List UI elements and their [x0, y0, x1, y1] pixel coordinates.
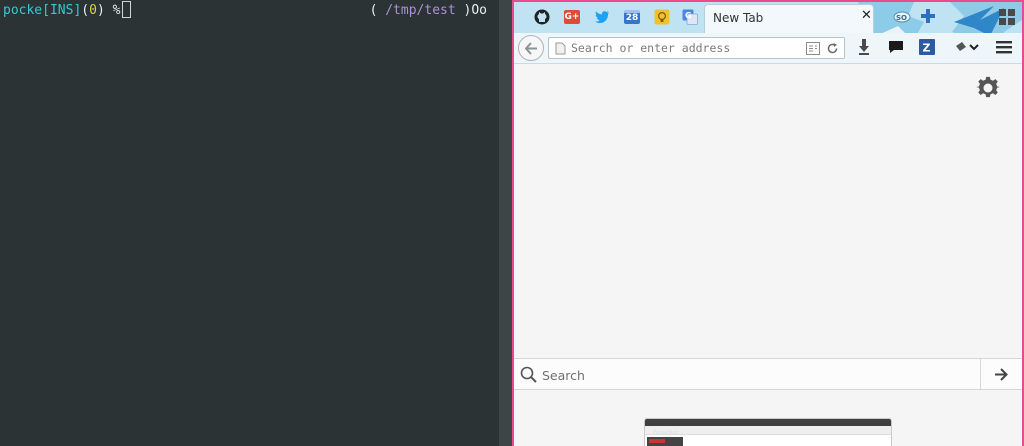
right-prompt-open: (	[369, 3, 386, 18]
prompt-status-open: (	[81, 3, 90, 18]
tab-groups-icon[interactable]	[998, 8, 1016, 26]
page-identity-icon	[555, 42, 566, 55]
pinned-tab-idea[interactable]	[650, 6, 674, 28]
pinned-tab-twitter[interactable]	[590, 6, 614, 28]
idea-bulb-icon	[654, 9, 670, 25]
tab-title: New Tab	[713, 11, 764, 25]
reload-icon[interactable]	[826, 42, 839, 55]
twitter-icon	[595, 11, 609, 24]
terminal-right-prompt: ( /tmp/test )Oo	[370, 1, 487, 21]
thumbnail-title: PockeBlog	[653, 430, 679, 436]
browser-window: G+ 28 G New Tab ✕ SO Search or enter add…	[512, 0, 1024, 446]
search-icon	[520, 366, 537, 383]
newtab-search-bar	[514, 358, 1022, 390]
google-plus-icon: G+	[564, 10, 580, 24]
new-tab-plus-icon[interactable]	[921, 9, 935, 23]
terminal-pane[interactable]: pocke[INS](0) % ( /tmp/test )Oo	[0, 0, 499, 446]
back-arrow-icon	[525, 42, 537, 55]
prompt-status-close: )	[96, 3, 105, 18]
new-tab-page: PockeBlog	[514, 64, 1022, 446]
translate-icon: G	[682, 9, 698, 25]
thumbnail-highlight	[649, 439, 665, 443]
svg-text:SO: SO	[896, 14, 907, 22]
terminal-cursor[interactable]	[122, 1, 132, 18]
prompt-user: pocke	[3, 3, 43, 18]
gear-icon[interactable]	[976, 76, 1000, 100]
reader-view-icon[interactable]	[806, 42, 820, 55]
right-prompt-close: )Oo	[455, 3, 488, 18]
pane-divider[interactable]	[499, 0, 512, 446]
prompt-char: %	[112, 3, 121, 18]
download-icon[interactable]	[858, 39, 870, 55]
zotero-icon[interactable]: Z	[919, 39, 935, 55]
hamburger-menu-icon[interactable]	[996, 41, 1012, 54]
notifications-icon[interactable]	[888, 40, 904, 54]
terminal-prompt-line: pocke[INS](0) %	[3, 1, 132, 21]
address-input[interactable]	[571, 40, 801, 56]
url-bar[interactable]	[548, 37, 845, 59]
pinned-tab-translate[interactable]: G	[678, 6, 702, 28]
github-icon	[534, 9, 550, 25]
prompt-mode: INS	[49, 3, 74, 18]
pinned-tab-github[interactable]	[530, 6, 554, 28]
pinned-tab-calendar[interactable]: 28	[620, 6, 644, 28]
addon-cloud-icon[interactable]: SO	[893, 9, 911, 23]
top-site-thumbnail[interactable]: PockeBlog	[644, 418, 892, 446]
cwd-path: /tmp/test	[385, 3, 456, 18]
addon-menu-icon[interactable]	[954, 39, 980, 55]
prompt-exit-status: 0	[89, 3, 97, 18]
thumbnail-header: PockeBlog	[645, 419, 891, 436]
pinned-tab-google-plus[interactable]: G+	[560, 6, 584, 28]
close-tab-icon[interactable]: ✕	[861, 8, 872, 23]
navigation-toolbar: 14 Z	[514, 33, 1022, 77]
thumbnail-toolbar	[645, 426, 891, 435]
search-go-button[interactable]	[980, 359, 1022, 390]
svg-text:Z: Z	[923, 42, 931, 55]
newtab-search-input[interactable]	[542, 365, 942, 385]
back-button[interactable]	[518, 35, 544, 61]
arrow-right-icon	[995, 368, 1008, 381]
prompt-mode-open: [	[42, 3, 50, 18]
calendar-icon: 28	[624, 10, 640, 24]
tab-bar: G+ 28 G New Tab ✕ SO	[514, 2, 1022, 64]
tab-new-tab[interactable]: New Tab	[704, 4, 874, 33]
svg-text:G: G	[685, 11, 692, 20]
